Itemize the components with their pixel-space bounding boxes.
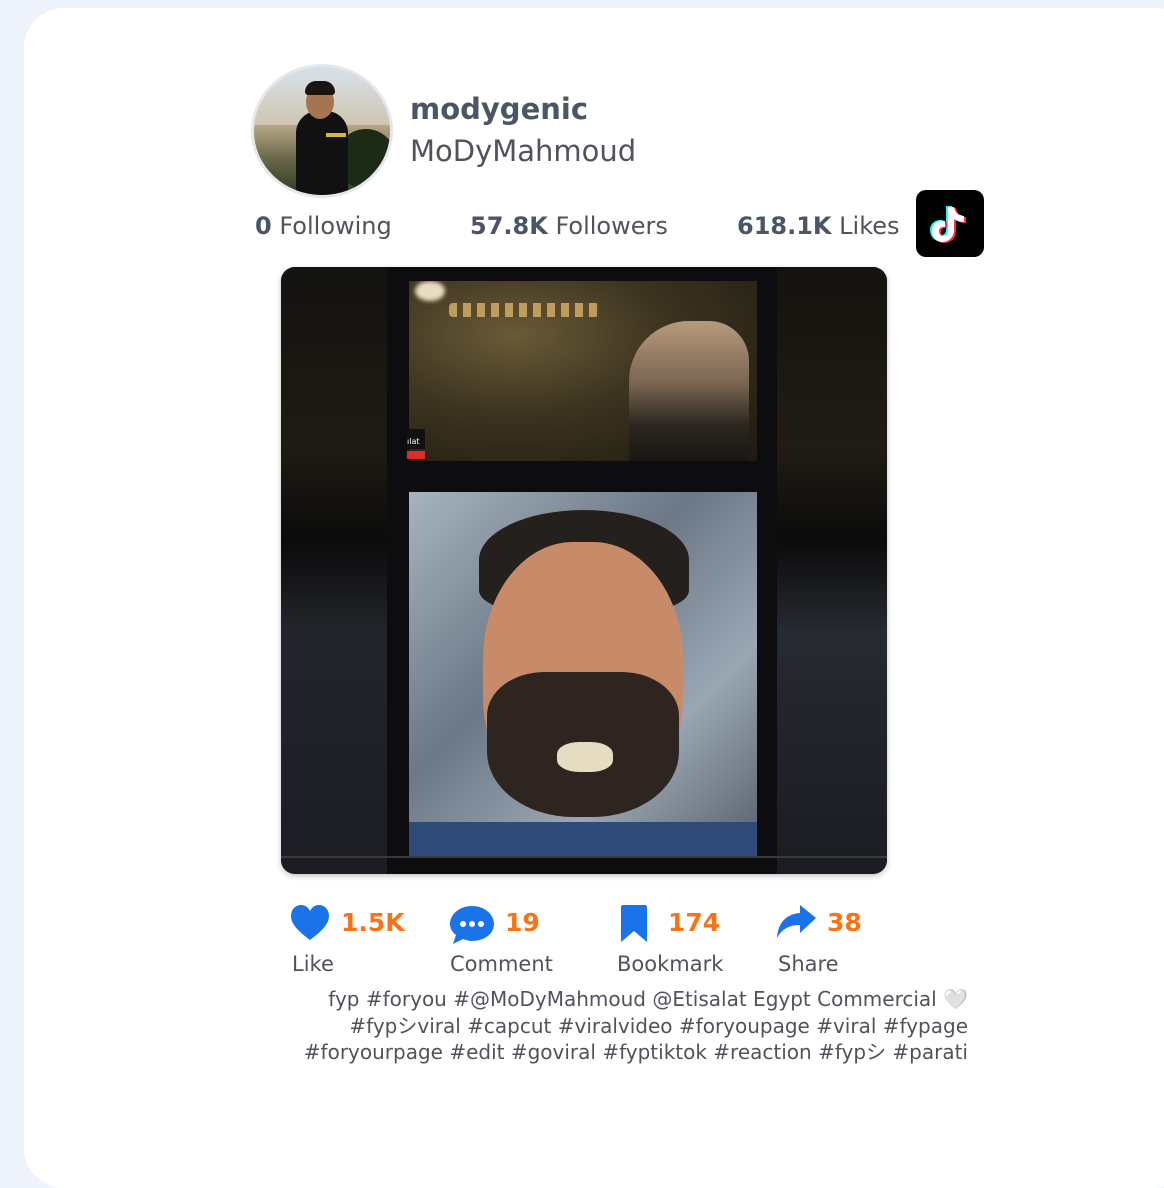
share-count: 38 — [827, 908, 862, 937]
video-player[interactable]: ılat — [281, 267, 887, 874]
avatar[interactable] — [251, 64, 393, 198]
share-label: Share — [778, 952, 839, 976]
tiktok-logo-icon[interactable] — [916, 190, 984, 257]
bookmark-label: Bookmark — [617, 952, 724, 976]
followers-label: Followers — [555, 212, 668, 240]
following-stat[interactable]: 0 Following — [255, 212, 392, 240]
comment-label: Comment — [450, 952, 553, 976]
heart-icon[interactable] — [290, 904, 330, 946]
caption-line-3: #foryourpage #edit #goviral #fyptiktok #… — [303, 1040, 968, 1064]
display-name: MoDyMahmoud — [410, 134, 637, 168]
likes-label: Likes — [839, 212, 900, 240]
caption-line-1: fyp #foryou #@MoDyMahmoud @Etisalat Egyp… — [328, 987, 968, 1011]
comment-count: 19 — [505, 908, 540, 937]
like-label: Like — [292, 952, 334, 976]
bookmark-count: 174 — [668, 908, 721, 937]
bookmark-icon[interactable] — [619, 904, 649, 948]
share-icon[interactable] — [776, 904, 818, 944]
followers-count: 57.8K — [470, 212, 548, 240]
video-bottom-frame — [409, 492, 757, 856]
video-caption: fyp #foryou #@MoDyMahmoud @Etisalat Egyp… — [240, 986, 968, 1066]
username[interactable]: modygenic — [410, 92, 588, 126]
likes-stat: 618.1K Likes — [737, 212, 900, 240]
followers-stat[interactable]: 57.8K Followers — [470, 212, 668, 240]
video-top-frame — [409, 281, 757, 461]
video-overlay-label: ılat — [407, 429, 425, 449]
likes-count: 618.1K — [737, 212, 832, 240]
following-label: Following — [279, 212, 392, 240]
caption-line-2: #fypシviral #capcut #viralvideo #foryoupa… — [349, 1013, 968, 1038]
following-count: 0 — [255, 212, 272, 240]
like-count: 1.5K — [341, 908, 405, 937]
comment-icon[interactable] — [448, 904, 496, 950]
video-progress-bar[interactable] — [281, 856, 887, 858]
